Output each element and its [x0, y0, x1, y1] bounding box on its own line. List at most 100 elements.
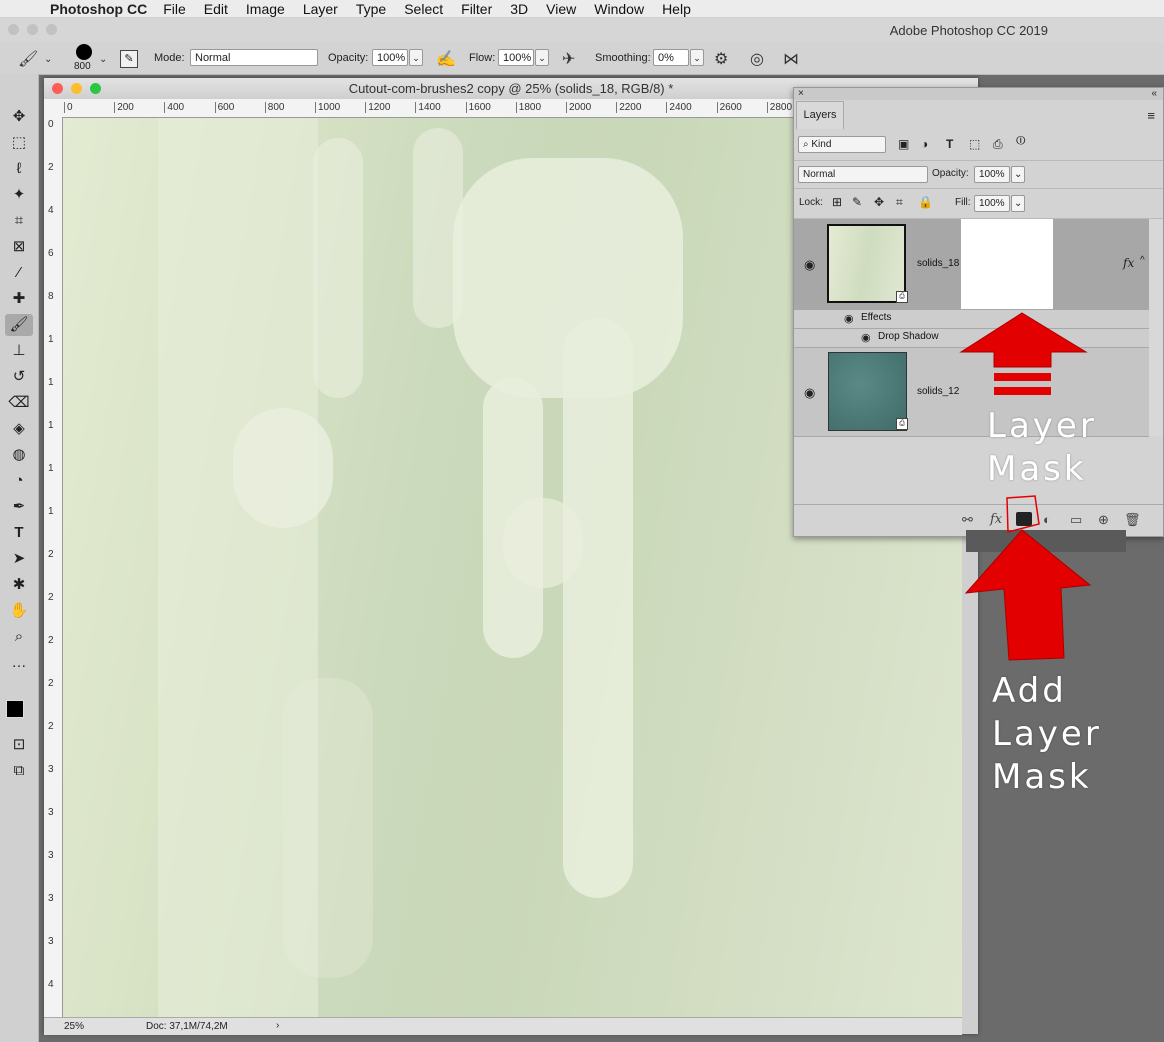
eraser-tool-icon[interactable]: ⌫	[5, 392, 33, 414]
airbrush-icon[interactable]: ✈	[562, 49, 575, 69]
layer-thumbnail[interactable]	[827, 224, 906, 303]
menu-file[interactable]: File	[163, 1, 186, 17]
panel-menu-icon[interactable]: ≡	[1147, 108, 1155, 123]
tab-layers[interactable]: Layers	[796, 101, 844, 129]
zoom-tool-icon[interactable]: ⌕	[5, 626, 33, 648]
chevron-down-icon[interactable]: ⌄	[44, 54, 52, 65]
gear-icon[interactable]: ⚙	[714, 49, 728, 69]
eye-visibility-icon[interactable]: ◉	[844, 312, 854, 325]
menu-select[interactable]: Select	[404, 1, 443, 17]
layer-mask-thumbnail[interactable]	[961, 219, 1053, 309]
eye-visibility-icon[interactable]: ◉	[861, 331, 871, 344]
blur-tool-icon[interactable]: ◍	[5, 444, 33, 466]
menu-3d[interactable]: 3D	[510, 1, 528, 17]
filter-smart-objects-icon[interactable]: ⎙	[993, 137, 1003, 152]
eye-visibility-icon[interactable]: ◉	[804, 257, 815, 273]
marquee-tool-icon[interactable]: ⬚	[5, 132, 33, 154]
layer-opacity-dropdown[interactable]: ⌄	[1011, 166, 1025, 183]
symmetry-icon[interactable]: ⋈	[783, 49, 799, 69]
flow-dropdown[interactable]: ⌄	[535, 49, 549, 66]
pen-tool-icon[interactable]: ✒	[5, 496, 33, 518]
opacity-label: Opacity:	[328, 52, 369, 64]
opacity-dropdown[interactable]: ⌄	[409, 49, 423, 66]
smoothing-input[interactable]: 0%	[653, 49, 689, 66]
close-panel-icon[interactable]: ×	[798, 88, 804, 99]
brush-tool-icon[interactable]: 🖌	[5, 314, 33, 336]
filter-kind-select[interactable]: ⌕ Kind	[798, 136, 886, 153]
layer-mask-annotation: Layer Mask	[987, 405, 1097, 491]
brush-settings-panel-icon[interactable]: ✎	[120, 50, 138, 68]
collapse-panel-icon[interactable]: «	[1151, 88, 1157, 99]
ruler-origin[interactable]	[44, 99, 63, 118]
lock-position-icon[interactable]: ✥	[874, 195, 884, 209]
menu-help[interactable]: Help	[662, 1, 691, 17]
layer-effects-badge[interactable]: fx	[1123, 256, 1134, 270]
menu-image[interactable]: Image	[246, 1, 285, 17]
mode-select[interactable]: Normal	[190, 49, 318, 66]
dodge-tool-icon[interactable]: ◔	[5, 470, 33, 492]
fill-input[interactable]: 100%	[974, 195, 1010, 212]
filter-pixel-layers-icon[interactable]: ▣	[898, 137, 909, 151]
chevron-down-icon[interactable]: ⌄	[99, 54, 107, 65]
filter-shape-layers-icon[interactable]: ⬚	[969, 137, 980, 151]
blend-mode-select[interactable]: Normal	[798, 166, 928, 183]
crop-tool-icon[interactable]: ⌗	[5, 210, 33, 232]
menu-window[interactable]: Window	[594, 1, 644, 17]
pressure-opacity-icon[interactable]: ✍	[436, 49, 456, 69]
eyedropper-tool-icon[interactable]: ⁄	[5, 262, 33, 284]
frame-tool-icon[interactable]: ⊠	[5, 236, 33, 258]
paint-bucket-tool-icon[interactable]: ◈	[5, 418, 33, 440]
path-selection-tool-icon[interactable]: ➤	[5, 548, 33, 570]
menu-filter[interactable]: Filter	[461, 1, 492, 17]
zoom-level[interactable]: 25%	[64, 1021, 84, 1032]
magic-wand-tool-icon[interactable]: ✦	[5, 184, 33, 206]
menu-layer[interactable]: Layer	[303, 1, 338, 17]
filter-adjustment-layers-icon[interactable]: ◑	[921, 137, 928, 151]
add-layer-mask-annotation: Add Layer Mask	[992, 670, 1102, 799]
lock-all-icon[interactable]: 🔒	[918, 195, 933, 209]
ruler-tick-label: 2	[48, 678, 54, 689]
lock-transparent-pixels-icon[interactable]: ⊞	[832, 195, 842, 209]
layers-scrollbar[interactable]	[1149, 219, 1163, 436]
hand-tool-icon[interactable]: ✋	[5, 600, 33, 622]
opacity-input[interactable]: 100%	[372, 49, 408, 66]
vertical-ruler[interactable]: 0 2 4 6 8 1 1 1 1 1 2 2 2 2 2 3 3 3 3 3 4	[44, 117, 63, 1017]
smoothing-dropdown[interactable]: ⌄	[690, 49, 704, 66]
close-window-button[interactable]	[8, 24, 19, 35]
type-tool-icon[interactable]: T	[5, 522, 33, 544]
history-brush-tool-icon[interactable]: ↺	[5, 366, 33, 388]
more-tools-icon[interactable]: …	[5, 652, 33, 674]
lock-image-pixels-icon[interactable]: ✎	[852, 195, 862, 209]
stamp-tool-icon[interactable]: ⊥	[5, 340, 33, 362]
layer-name[interactable]: solids_18	[917, 258, 959, 269]
move-tool-icon[interactable]: ✥	[5, 106, 33, 128]
filter-type-layers-icon[interactable]: T	[946, 137, 953, 151]
quick-mask-icon[interactable]: ⊡	[5, 734, 33, 756]
layer-row-solids-18[interactable]: ◉ ⎙ solids_18 fx ^	[794, 219, 1149, 310]
app-menu[interactable]: Photoshop CC	[50, 1, 147, 17]
menu-type[interactable]: Type	[356, 1, 386, 17]
trash-icon[interactable]: 🗑	[1124, 512, 1141, 528]
ruler-tick-label: 1200	[365, 102, 390, 113]
fill-dropdown[interactable]: ⌄	[1011, 195, 1025, 212]
screen-mode-icon[interactable]: ⧉	[5, 760, 33, 782]
healing-brush-tool-icon[interactable]: ✚	[5, 288, 33, 310]
ruler-tick-label: 3	[48, 807, 54, 818]
minimize-window-button[interactable]	[27, 24, 38, 35]
flow-input[interactable]: 100%	[498, 49, 534, 66]
filter-toggle-icon[interactable]: ⏼	[1016, 133, 1026, 148]
lasso-tool-icon[interactable]: ℓ	[5, 158, 33, 180]
layer-opacity-input[interactable]: 100%	[974, 166, 1010, 183]
menu-edit[interactable]: Edit	[204, 1, 228, 17]
zoom-window-button[interactable]	[46, 24, 57, 35]
status-menu-chevron-icon[interactable]: ›	[276, 1020, 279, 1031]
eye-visibility-icon[interactable]: ◉	[804, 385, 815, 401]
brush-tool-preset-icon[interactable]: 🖌	[18, 49, 38, 69]
chevron-up-icon[interactable]: ^	[1140, 255, 1145, 266]
pressure-size-icon[interactable]: ◎	[750, 49, 764, 69]
lock-artboard-icon[interactable]: ⌗	[896, 195, 903, 210]
brush-size-preview[interactable]	[76, 44, 92, 60]
foreground-color-swatch[interactable]	[6, 700, 24, 718]
shape-tool-icon[interactable]: ✱	[5, 574, 33, 596]
menu-view[interactable]: View	[546, 1, 576, 17]
